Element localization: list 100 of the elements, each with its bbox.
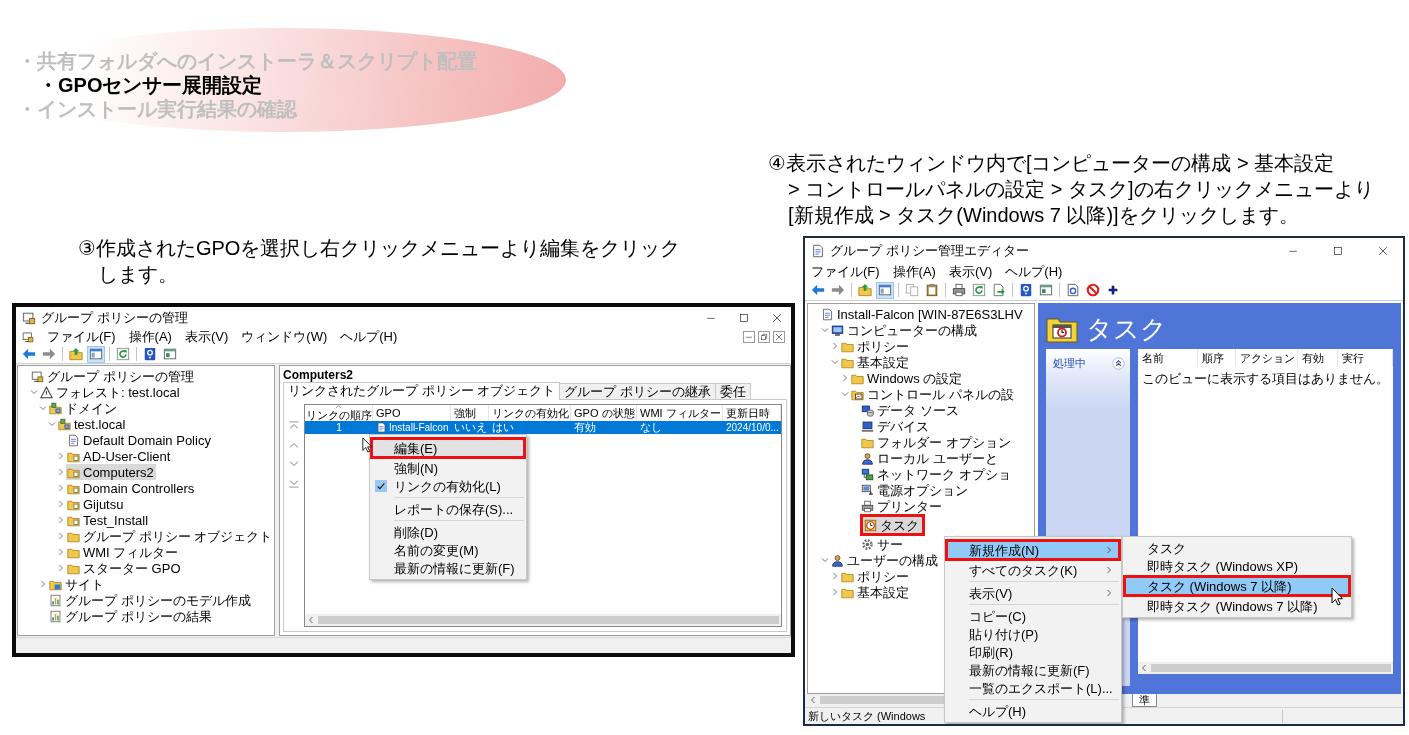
chevron-down-icon[interactable] [821,326,829,334]
menu-item[interactable]: 削除(D) [370,523,526,541]
menu-item[interactable]: 一覧のエクスポート(L)... [945,679,1121,697]
tree-item[interactable]: デバイス [860,418,931,434]
menu-item[interactable]: タスク (Windows 7 以降) [1123,575,1351,597]
chevron-right-icon[interactable] [57,516,65,524]
menu-item[interactable]: 名前の変更(M) [370,541,526,559]
collapse-icon[interactable] [1112,356,1125,370]
tree-item[interactable]: グループ ポリシーのモデル作成 [48,592,253,608]
tree-item[interactable]: データ ソース [860,402,961,418]
chevron-down-icon[interactable] [821,556,829,564]
column-header[interactable]: 順序 [1198,349,1236,367]
tree-item[interactable]: ポリシー [840,338,911,354]
horizontal-scrollbar[interactable] [1138,662,1393,674]
scrollbar-thumb[interactable] [318,616,779,624]
chevron-right-icon[interactable] [57,500,65,508]
menu-item[interactable]: 貼り付け(P) [945,625,1121,643]
menu-bar-item[interactable]: 表示(V) [948,264,993,279]
menu-item[interactable]: 即時タスク (Windows XP) [1123,557,1351,575]
column-header[interactable]: 有効 [1298,349,1338,367]
menu-item[interactable]: ヘルプ(H) [945,702,1121,720]
chevron-right-icon[interactable] [831,588,839,596]
menu-bar-item[interactable]: ウィンドウ(W) [241,329,328,344]
tree-item[interactable]: ローカル ユーザーと [860,450,1000,466]
chevron-right-icon[interactable] [39,580,47,588]
scroll-left-icon[interactable] [1140,664,1148,672]
tab[interactable]: リンクされたグループ ポリシー オブジェクト [283,382,561,400]
minimize-button[interactable] [743,330,755,343]
chevron-right-icon[interactable] [57,548,65,556]
tree-item[interactable]: Computers2 [66,464,156,480]
tree-item[interactable]: ユーザーの構成 [830,552,940,568]
column-header[interactable]: 実行 [1338,349,1393,367]
tree-item[interactable]: test.local [57,416,128,432]
menu-item[interactable]: コピー(C) [945,607,1121,625]
menu-bar-item[interactable]: 操作(A) [128,329,172,344]
tree-item[interactable]: Test_Install [66,512,151,528]
chevron-right-icon[interactable] [57,452,65,460]
chevron-right-icon[interactable] [831,572,839,580]
tab[interactable]: 準 [1132,694,1157,707]
tree-item[interactable]: フォルダー オプション [860,434,1013,450]
tree-item[interactable]: サイト [48,576,106,592]
tree-item[interactable]: Domain Controllers [66,480,197,496]
chevron-right-icon[interactable] [57,484,65,492]
scrollbar-thumb[interactable] [1151,664,1391,672]
chevron-down-icon[interactable] [841,390,849,398]
table-row[interactable]: 1 Install-Falcon いいえ はい 有効 なし 2024/10/0... [305,421,781,434]
restore-button[interactable] [758,330,770,343]
tree-item[interactable]: 基本設定 [840,354,911,370]
tree-item[interactable]: Install-Falcon [WIN-87E6S3LHV [820,306,1025,322]
menu-item[interactable]: レポートの保存(S)... [370,500,526,518]
tree-item[interactable]: グループ ポリシーの管理 [30,368,196,384]
chevron-right-icon[interactable] [57,468,65,476]
column-header[interactable]: アクション [1236,349,1298,367]
scroll-left-icon[interactable] [307,616,315,624]
menu-item[interactable]: 即時タスク (Windows 7 以降) [1123,597,1351,615]
horizontal-scrollbar[interactable] [305,614,781,626]
tree-item[interactable]: コンピューターの構成 [830,322,979,338]
tree-item[interactable]: グループ ポリシー オブジェクト [66,528,274,544]
chevron-right-icon[interactable] [57,532,65,540]
tree-item[interactable]: WMI フィルター [66,544,181,560]
tree-item[interactable]: 電源オプション [860,482,970,498]
chevron-down-icon[interactable] [831,358,839,366]
tree-item[interactable]: コントロール パネルの設 [850,386,1016,402]
chevron-down-icon[interactable] [48,420,56,428]
toolbar-button[interactable] [950,281,968,299]
chevron-right-icon[interactable] [57,564,65,572]
menu-bar-item[interactable]: ヘルプ(H) [340,329,398,344]
menu-bar-item[interactable]: ファイル(F) [811,264,880,279]
menu-item[interactable]: 強制(N) [370,459,526,477]
menu-item[interactable]: 最新の情報に更新(F) [945,661,1121,679]
chevron-right-icon[interactable] [841,374,849,382]
menu-bar-item[interactable]: ファイル(F) [47,329,116,344]
chevron-down-icon[interactable] [30,388,38,396]
tree-item[interactable]: フォレスト: test.local [39,384,182,400]
menu-item[interactable]: タスク [1123,539,1351,557]
menu-bar-item[interactable]: 操作(A) [892,264,936,279]
chevron-down-icon[interactable] [39,404,47,412]
menu-item[interactable]: 編集(E) [370,437,526,459]
column-header[interactable]: 名前 [1138,349,1198,367]
tree-item[interactable]: Default Domain Policy [66,432,213,448]
tree-item[interactable]: ドメイン [48,400,119,416]
tree-item[interactable]: Gijutsu [66,496,126,512]
close-button[interactable] [773,330,785,343]
tree-item[interactable]: ネットワーク オプショ [860,466,1013,482]
scroll-left-icon[interactable] [809,696,817,704]
tree-item[interactable]: プリンター [860,498,944,514]
tree-item[interactable]: Windows の設定 [850,370,965,386]
tree-item[interactable]: タスク [860,514,925,536]
chevron-right-icon[interactable] [831,342,839,350]
tree-item[interactable]: スターター GPO [66,560,183,576]
menu-bar-item[interactable]: 表示(V) [184,329,229,344]
menu-item[interactable]: 最新の情報に更新(F) [370,559,526,577]
menu-item[interactable]: 印刷(R) [945,643,1121,661]
tree-item[interactable]: サー [860,536,905,552]
tree-item[interactable]: AD-User-Client [66,448,173,464]
menu-bar-item[interactable]: ヘルプ(H) [1005,264,1063,279]
menu-item[interactable]: 表示(V) [945,584,1121,602]
tree-item[interactable]: 基本設定 [840,584,911,600]
menu-item[interactable]: リンクの有効化(L) [370,477,526,495]
tree-item[interactable]: グループ ポリシーの結果 [48,608,214,624]
